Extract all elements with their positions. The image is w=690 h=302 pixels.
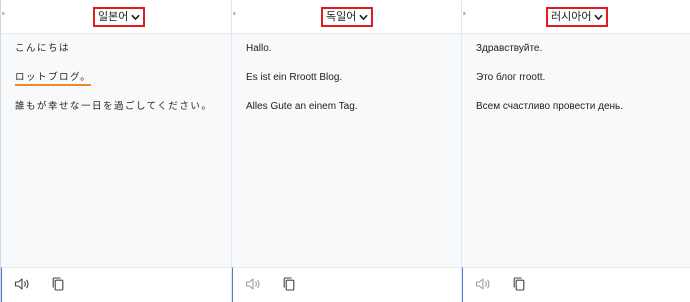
language-label: 일본어 xyxy=(98,10,129,23)
text-line: ロットブログ。 xyxy=(15,71,231,86)
language-select-japanese[interactable]: 일본어 xyxy=(93,7,146,27)
text-line: 誰もが幸せな一日を過ごしてください。 xyxy=(15,101,213,112)
speaker-icon[interactable] xyxy=(475,277,491,291)
panel-edge-mark: ᵋ xyxy=(233,11,237,21)
panel-footer xyxy=(1,267,231,302)
translation-text-area: Здравствуйте. Это блог rroott. Всем счас… xyxy=(462,34,690,268)
text-line: Hallo. xyxy=(246,43,272,54)
chevron-down-icon xyxy=(131,14,140,20)
translation-text-area: Hallo. Es ist ein Rroott Blog. Alles Gut… xyxy=(232,34,461,268)
language-select-russian[interactable]: 러시아어 xyxy=(546,7,609,27)
copy-icon[interactable] xyxy=(52,277,64,291)
text-line: Здравствуйте. xyxy=(476,43,543,54)
panel-edge-mark: ᵋ xyxy=(2,11,6,21)
underlined-phrase: ロットブログ。 xyxy=(15,72,92,86)
text-line: こんにちは xyxy=(15,43,71,54)
language-label: 독일어 xyxy=(326,10,357,23)
panel-japanese: ᵋ 일본어 こんにちは ロットブログ。 誰もが幸せな一日を過ごしてください。 xyxy=(0,0,231,302)
panel-header: ᵋ 러시아어 xyxy=(462,0,690,34)
panel-header: ᵋ 일본어 xyxy=(1,0,231,34)
speaker-icon[interactable] xyxy=(14,277,30,291)
text-line: Es ist ein Rroott Blog. xyxy=(246,72,343,83)
translation-panels: ᵋ 일본어 こんにちは ロットブログ。 誰もが幸せな一日を過ごしてください。 ᵋ… xyxy=(0,0,690,302)
text-line: Alles Gute an einem Tag. xyxy=(246,101,358,112)
language-label: 러시아어 xyxy=(551,10,592,23)
panel-russian: ᵋ 러시아어 Здравствуйте. Это блог rroott. Вс… xyxy=(461,0,690,302)
speaker-icon[interactable] xyxy=(245,277,261,291)
language-select-german[interactable]: 독일어 xyxy=(321,7,374,27)
text-line: Всем счастливо провести день. xyxy=(476,101,624,112)
panel-header: ᵋ 독일어 xyxy=(232,0,461,34)
copy-icon[interactable] xyxy=(513,277,525,291)
panel-footer xyxy=(462,267,690,302)
translation-text-area: こんにちは ロットブログ。 誰もが幸せな一日を過ごしてください。 xyxy=(1,34,231,268)
panel-footer xyxy=(232,267,461,302)
panel-edge-mark: ᵋ xyxy=(463,11,467,21)
panel-german: ᵋ 독일어 Hallo. Es ist ein Rroott Blog. All… xyxy=(231,0,461,302)
chevron-down-icon xyxy=(359,14,368,20)
text-line: Это блог rroott. xyxy=(476,72,546,83)
copy-icon[interactable] xyxy=(283,277,295,291)
chevron-down-icon xyxy=(595,14,603,20)
